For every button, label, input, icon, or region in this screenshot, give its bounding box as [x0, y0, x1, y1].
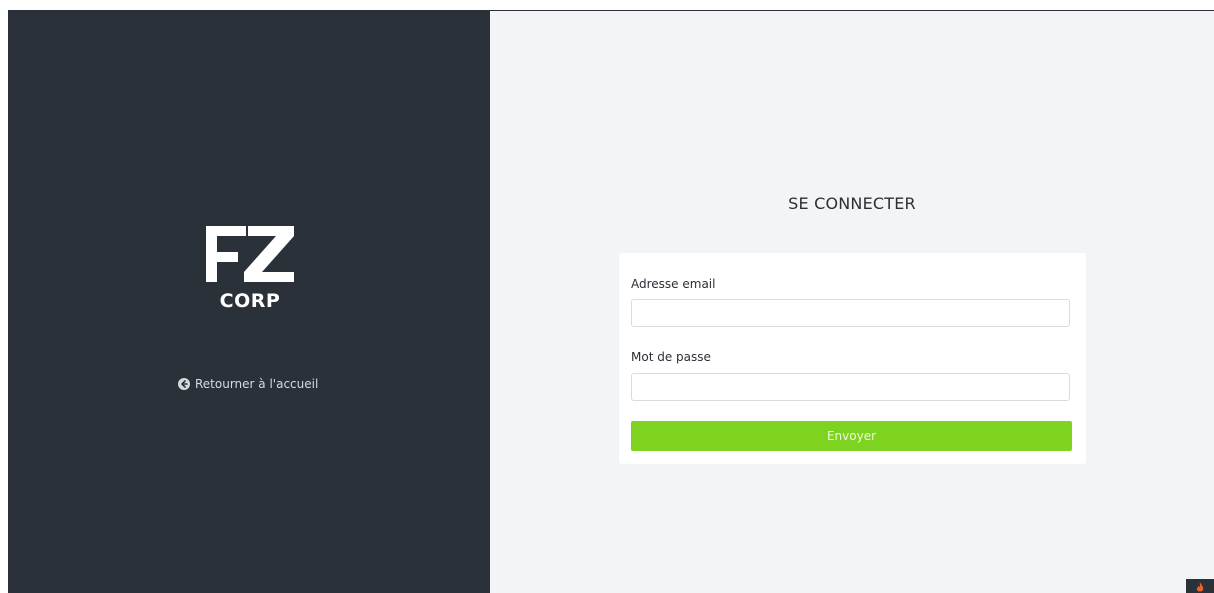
- password-label: Mot de passe: [631, 350, 711, 364]
- flame-icon: [1196, 582, 1204, 592]
- ez-corp-logo: CORP: [206, 226, 294, 312]
- page-title: SE CONNECTER: [788, 194, 916, 213]
- submit-button[interactable]: Envoyer: [631, 421, 1072, 451]
- back-link-label: Retourner à l'accueil: [195, 377, 319, 391]
- brand-panel: CORP Retourner à l'accueil: [8, 11, 490, 593]
- back-to-home-link[interactable]: Retourner à l'accueil: [178, 377, 318, 391]
- svg-text:CORP: CORP: [220, 290, 281, 312]
- login-form: Adresse email Mot de passe Envoyer: [619, 253, 1086, 464]
- email-field[interactable]: [631, 299, 1070, 327]
- email-label: Adresse email: [631, 277, 716, 291]
- password-field[interactable]: [631, 373, 1070, 401]
- arrow-circle-left-icon: [178, 378, 190, 390]
- login-panel: SE CONNECTER Adresse email Mot de passe …: [490, 11, 1214, 593]
- page-frame: CORP Retourner à l'accueil SE CONNECTER …: [8, 10, 1214, 593]
- corner-badge[interactable]: [1186, 579, 1214, 593]
